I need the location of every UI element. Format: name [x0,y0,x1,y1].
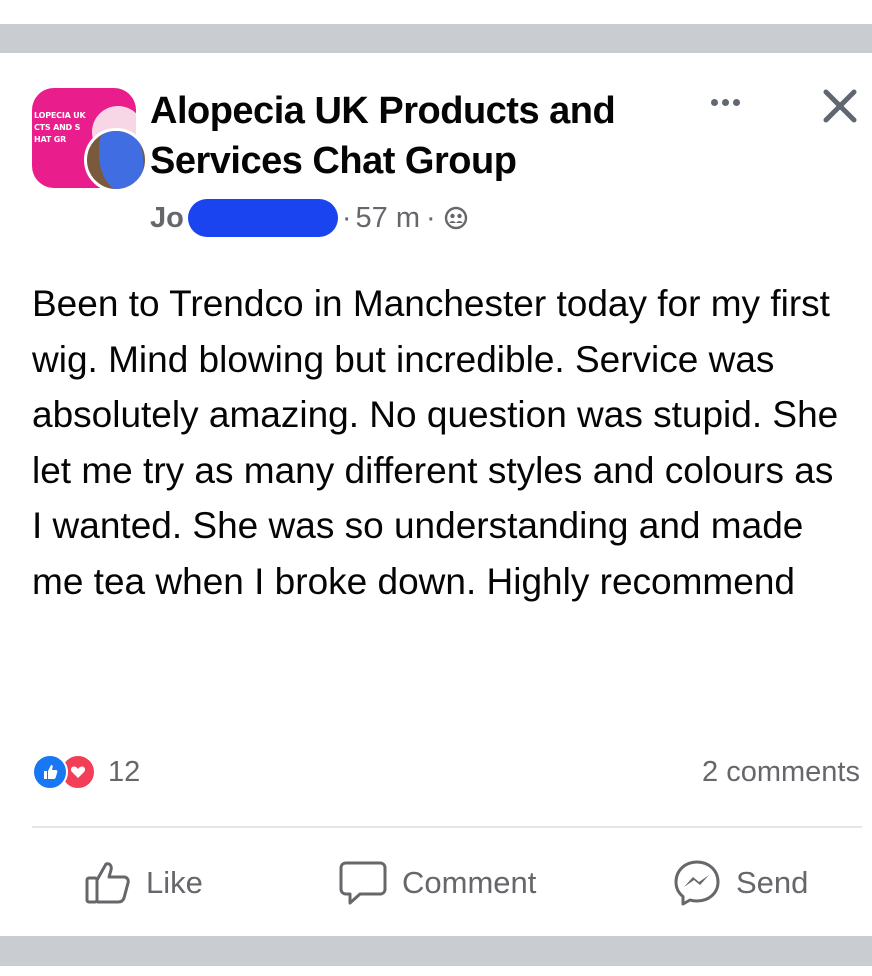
bottom-separator-band [0,936,872,966]
comment-icon [339,861,387,905]
send-button[interactable]: Send [672,852,808,914]
post-text: Been to Trendco in Manchester today for … [32,283,839,602]
thumbs-up-icon [85,862,130,904]
redaction-scribble [99,131,143,189]
like-button[interactable]: Like [84,852,203,914]
messenger-icon [674,860,720,906]
like-label: Like [146,865,203,900]
bottom-edge [0,966,872,976]
action-divider [32,826,862,828]
author-name-link[interactable]: Jo [150,202,184,235]
post-meta: Jo · 57 m · [150,196,468,240]
send-label: Send [736,865,809,900]
group-logo-text: LOPECIA UK CTS AND S HAT GR [34,111,86,144]
close-icon[interactable] [818,84,862,128]
top-separator-band [0,24,872,53]
comment-label: Comment [402,865,537,900]
author-avatar[interactable] [84,128,148,192]
meta-separator-2: · [426,201,436,234]
comment-button[interactable]: Comment [338,852,536,914]
members-icon [444,206,467,230]
post-timestamp[interactable]: 57 m [356,202,420,235]
comments-count-link[interactable]: 2 comments [702,752,860,792]
group-name-link[interactable]: Alopecia UK Products and Services Chat G… [150,86,690,186]
reaction-count: 12 [108,755,141,788]
like-reaction-icon [32,754,68,790]
post-action-bar: Like Comment Send [0,852,872,914]
author-name-redaction [187,199,338,237]
more-options-icon[interactable] [700,90,750,114]
meta-separator: · [341,201,352,234]
reactions-summary[interactable]: 12 [32,752,140,792]
